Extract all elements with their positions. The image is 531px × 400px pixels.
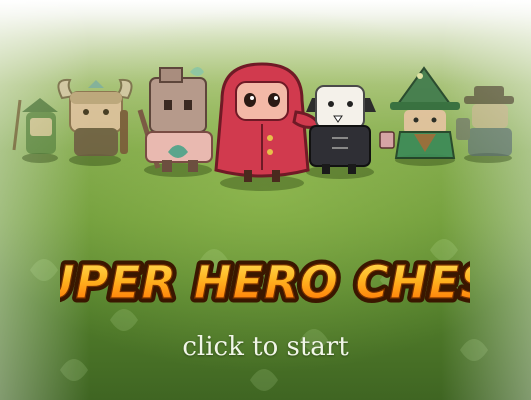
archer-character-icon [12,98,58,154]
red-hood-character-icon [214,62,323,182]
wizard-character-icon [390,66,460,159]
character-lineup [12,62,514,191]
viking-character-icon [57,78,133,156]
cowboy-character-icon [456,86,514,156]
game-title-logo: SUPER HERO CHESS SUPER HERO CHESS [60,252,470,314]
start-screen[interactable]: SUPER HERO CHESS SUPER HERO CHESS click … [0,0,531,400]
game-title: SUPER HERO CHESS [60,256,470,309]
click-to-start-prompt[interactable]: click to start [0,332,531,362]
vampire-character-icon [306,85,395,174]
golem-character-icon [137,67,213,172]
